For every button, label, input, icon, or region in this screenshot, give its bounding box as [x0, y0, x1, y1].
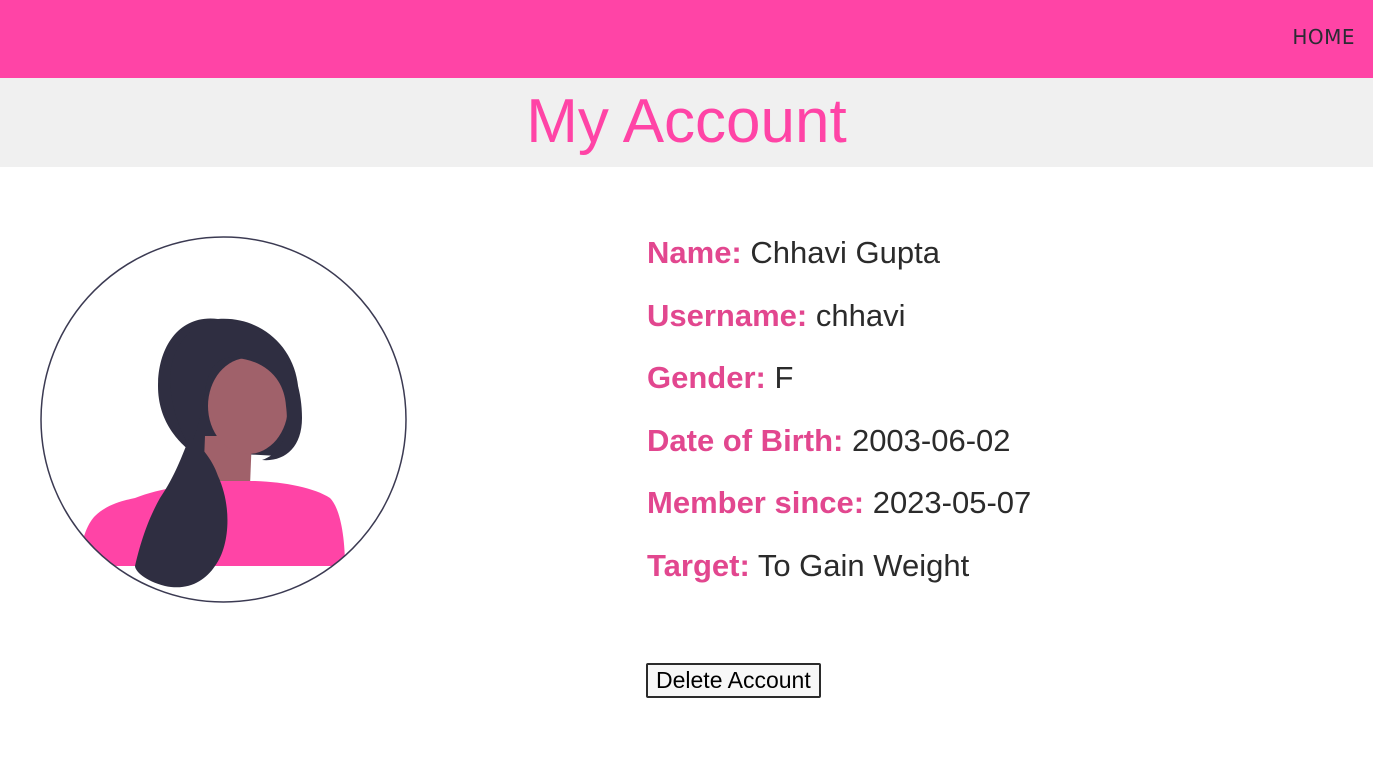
name-label: Name: — [647, 235, 742, 270]
username-row: Username: chhavi — [647, 294, 1031, 357]
name-value: Chhavi Gupta — [750, 235, 940, 270]
gender-label: Gender: — [647, 360, 766, 395]
username-label: Username: — [647, 297, 808, 333]
name-row: Name: Chhavi Gupta — [647, 231, 1031, 294]
member-since-label: Member since: — [647, 485, 865, 520]
navbar: HOME — [0, 0, 1373, 78]
target-row: Target: To Gain Weight — [647, 544, 1031, 607]
woman-avatar-icon — [40, 236, 407, 603]
target-label: Target: — [647, 547, 750, 583]
dob-row: Date of Birth: 2003-06-02 — [647, 419, 1031, 482]
member-since-value: 2023-05-07 — [872, 485, 1032, 520]
nav-home-link[interactable]: HOME — [1292, 25, 1355, 49]
member-since-row: Member since: 2023-05-07 — [647, 481, 1031, 544]
username-value: chhavi — [815, 297, 906, 333]
dob-value: 2003-06-02 — [851, 422, 1011, 458]
target-value: To Gain Weight — [757, 547, 970, 583]
page-title: My Account — [526, 87, 847, 156]
gender-row: Gender: F — [647, 356, 1031, 419]
delete-account-button[interactable]: Delete Account — [646, 663, 821, 698]
gender-value: F — [774, 360, 794, 395]
dob-label: Date of Birth: — [647, 422, 844, 458]
profile-details: Name: Chhavi Gupta Username: chhavi Gend… — [647, 231, 1031, 606]
